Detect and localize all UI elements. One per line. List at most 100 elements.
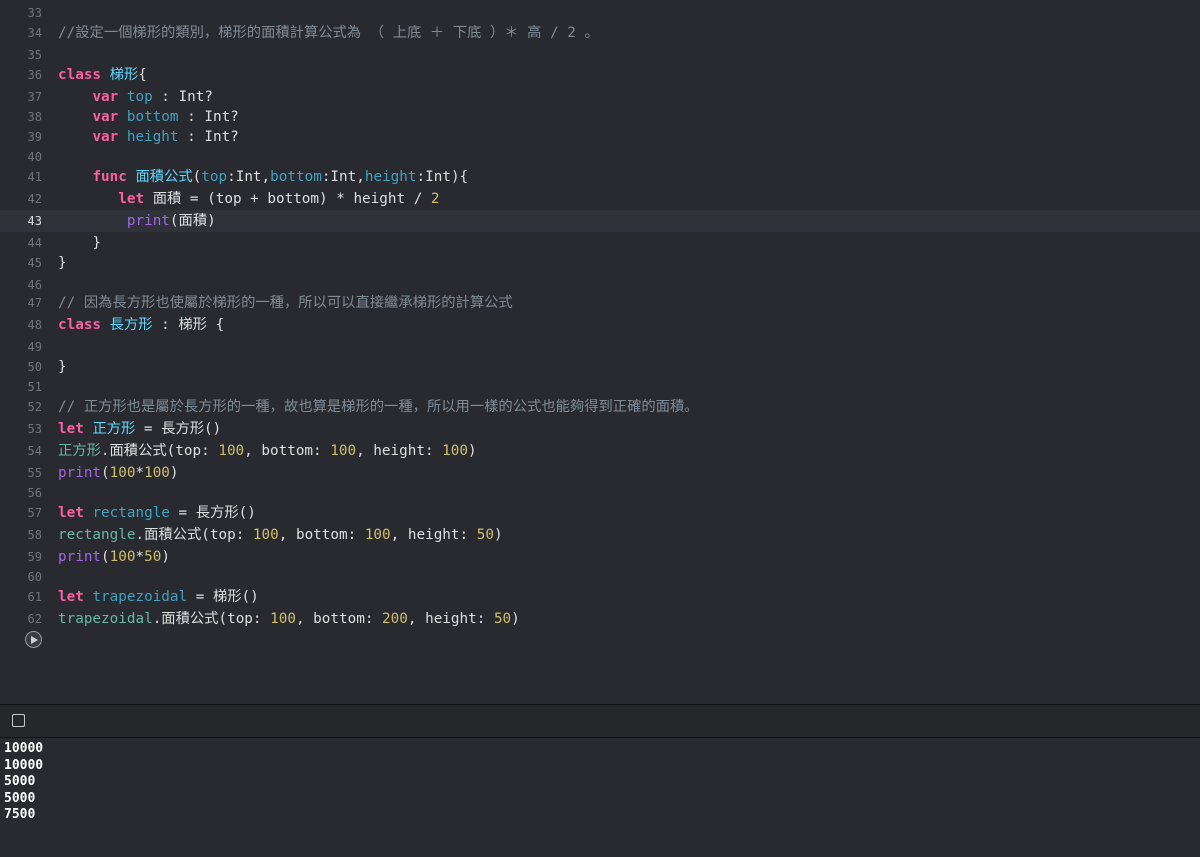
code-token: ( xyxy=(101,465,110,481)
code-token: :Int){ xyxy=(416,169,469,185)
code-token: top xyxy=(126,89,153,105)
code-token: bottom xyxy=(126,109,179,125)
code-line[interactable]: 57 let rectangle = 長方形() xyxy=(0,502,1200,524)
code-token: , height: xyxy=(356,443,443,459)
line-number: 61 xyxy=(27,590,42,604)
code-line[interactable]: 53 let 正方形 = 長方形() xyxy=(0,418,1200,440)
code-line[interactable]: 40 xyxy=(0,146,1200,168)
code-line[interactable]: 62 trapezoidal.面積公式(top: 100, bottom: 200… xyxy=(0,608,1200,630)
code-token: top xyxy=(201,169,228,185)
code-token: ( xyxy=(192,169,202,185)
code-token: class xyxy=(58,317,102,333)
code-line[interactable]: 34 //設定一個梯形的類別，梯形的面積計算公式為 （ 上底 ＋ 下底 ）＊ 高 … xyxy=(0,22,1200,44)
code-token: ( xyxy=(101,549,110,565)
line-number: 53 xyxy=(27,422,42,436)
code-token: height xyxy=(364,169,417,185)
line-number: 39 xyxy=(27,130,42,144)
run-button[interactable] xyxy=(25,631,42,648)
code-line[interactable]: 51 xyxy=(0,376,1200,398)
code-token: 100 xyxy=(442,443,468,459)
code-token: 100 xyxy=(218,443,245,459)
code-line[interactable]: 48 class 長方形 : 梯形 { xyxy=(0,314,1200,336)
code-token: print xyxy=(126,213,170,229)
code-line[interactable]: 49 xyxy=(0,336,1200,358)
line-number: 36 xyxy=(27,68,42,82)
code-line[interactable]: 36 class 梯形{ xyxy=(0,64,1200,86)
code-token: : Int? xyxy=(178,109,239,125)
code-text: var top : Int? xyxy=(58,86,213,108)
line-number: 48 xyxy=(27,318,42,332)
code-token: , bottom: xyxy=(278,527,365,543)
code-text: //設定一個梯形的類別，梯形的面積計算公式為 （ 上底 ＋ 下底 ）＊ 高 / … xyxy=(58,22,599,44)
line-number: 49 xyxy=(27,340,42,354)
code-line[interactable]: 58 rectangle.面積公式(top: 100, bottom: 100, … xyxy=(0,524,1200,546)
code-text: 正方形.面積公式(top: 100, bottom: 100, height: … xyxy=(58,440,477,462)
console-line: 5000 xyxy=(4,790,36,806)
code-line[interactable]: 55 print(100*100) xyxy=(0,462,1200,484)
code-line[interactable]: 56 xyxy=(0,482,1200,504)
code-token: 100 xyxy=(364,527,391,543)
line-number: 41 xyxy=(27,170,42,184)
code-text: } xyxy=(58,252,67,274)
code-line[interactable]: 41 func 面積公式(top:Int,bottom:Int,height:I… xyxy=(0,166,1200,188)
code-line[interactable]: 61 let trapezoidal = 梯形() xyxy=(0,586,1200,608)
code-line[interactable]: 42 let 面積 = (top + bottom) * height / 2 xyxy=(0,188,1200,210)
code-line[interactable]: 43 print(面積) xyxy=(0,210,1200,232)
code-token: :Int, xyxy=(321,169,365,185)
code-token: = 梯形() xyxy=(187,589,259,605)
line-number: 43 xyxy=(27,214,42,228)
code-line[interactable]: 50} xyxy=(0,356,1200,378)
line-number: 37 xyxy=(27,90,42,104)
debug-area-bar xyxy=(0,704,1200,738)
console-line: 10000 xyxy=(4,741,44,756)
code-line[interactable]: 35 xyxy=(0,44,1200,66)
code-text: } xyxy=(58,356,67,378)
console-output[interactable]: 10000 10000 5000 5000 7500 xyxy=(0,738,1200,857)
code-token: .面積公式(top: xyxy=(152,611,271,627)
code-line[interactable]: 59 print(100*50) xyxy=(0,546,1200,568)
code-line[interactable]: 44 } xyxy=(0,232,1200,254)
code-token: trapezoidal xyxy=(58,611,153,627)
code-token: * xyxy=(135,465,145,481)
line-number: 45 xyxy=(27,256,42,270)
line-number: 52 xyxy=(27,400,42,414)
code-token: = 長方形() xyxy=(169,505,256,521)
code-token: let xyxy=(58,589,84,605)
code-line[interactable]: 54 正方形.面積公式(top: 100, bottom: 100, height… xyxy=(0,440,1200,462)
code-line[interactable]: 38 var bottom : Int? xyxy=(0,106,1200,128)
code-line[interactable]: 39 var height : Int? xyxy=(0,126,1200,148)
code-text: trapezoidal.面積公式(top: 100, bottom: 200, … xyxy=(58,608,520,630)
code-line[interactable]: 37 var top : Int? xyxy=(0,86,1200,108)
code-token: { xyxy=(138,67,147,83)
line-number: 62 xyxy=(27,612,42,626)
code-token: 50 xyxy=(493,611,512,627)
code-line[interactable]: 52 // 正方形也是屬於長方形的一種，故也算是梯形的一種，所以用一樣的公式也能夠… xyxy=(0,396,1200,418)
code-token: 100 xyxy=(144,465,170,481)
code-token: let xyxy=(58,505,84,521)
code-token: rectangle xyxy=(58,527,136,543)
code-line[interactable]: 60 xyxy=(0,566,1200,588)
code-token: var xyxy=(92,89,119,105)
code-editor[interactable]: 33 34 //設定一個梯形的類別，梯形的面積計算公式為 （ 上底 ＋ 下底 ）＊ … xyxy=(0,0,1200,704)
code-token: // 因為長方形也使屬於梯形的一種，所以可以直接繼承梯形的計算公式 xyxy=(58,295,513,311)
code-line[interactable]: 47 // 因為長方形也使屬於梯形的一種，所以可以直接繼承梯形的計算公式 xyxy=(0,292,1200,314)
square-icon[interactable] xyxy=(12,714,25,727)
code-token: 長方形 xyxy=(109,317,153,333)
code-token: } xyxy=(58,235,102,251)
line-number: 35 xyxy=(27,48,42,62)
code-line[interactable]: 45} xyxy=(0,252,1200,274)
code-token: //設定一個梯形的類別，梯形的面積計算公式為 （ 上底 ＋ 下底 ）＊ 高 / … xyxy=(58,25,599,41)
code-line[interactable]: 33 xyxy=(0,2,1200,24)
line-number: 44 xyxy=(27,236,42,250)
line-number: 47 xyxy=(27,296,42,310)
code-token: ) xyxy=(467,443,477,459)
code-token: :Int, xyxy=(227,169,271,185)
line-number: 34 xyxy=(27,26,42,40)
code-text: class 梯形{ xyxy=(58,64,147,86)
